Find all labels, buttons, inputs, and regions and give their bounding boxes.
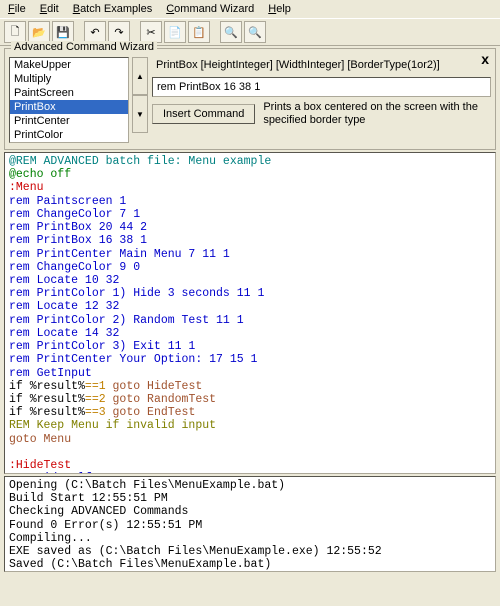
list-item[interactable]: PrintColor bbox=[10, 128, 128, 142]
scroll-up-icon[interactable]: ▲ bbox=[132, 57, 148, 95]
command-input[interactable] bbox=[152, 77, 491, 97]
new-icon[interactable]: 🗋 bbox=[4, 21, 26, 43]
code-editor[interactable]: @REM ADVANCED batch file: Menu example@e… bbox=[4, 152, 496, 474]
command-wizard-panel: Advanced Command Wizard x MakeUpperMulti… bbox=[4, 48, 496, 150]
list-item[interactable]: MakeUpper bbox=[10, 58, 128, 72]
copy-icon[interactable]: 📄 bbox=[164, 21, 186, 43]
cut-icon[interactable]: ✂ bbox=[140, 21, 162, 43]
scroll-down-icon[interactable]: ▼ bbox=[132, 95, 148, 133]
menubar: File Edit Batch Examples Command Wizard … bbox=[0, 0, 500, 18]
menu-file[interactable]: File bbox=[8, 3, 26, 15]
menu-wizard[interactable]: Command Wizard bbox=[166, 3, 254, 15]
command-description: Prints a box centered on the screen with… bbox=[263, 101, 491, 127]
insert-command-button[interactable]: Insert Command bbox=[152, 104, 255, 124]
menu-edit[interactable]: Edit bbox=[40, 3, 59, 15]
list-item[interactable]: PaintScreen bbox=[10, 86, 128, 100]
list-item[interactable]: PrintBox bbox=[10, 100, 128, 114]
undo-icon[interactable]: ↶ bbox=[84, 21, 106, 43]
findnext-icon[interactable]: 🔍 bbox=[244, 21, 266, 43]
close-icon[interactable]: x bbox=[481, 51, 489, 67]
paste-icon[interactable]: 📋 bbox=[188, 21, 210, 43]
open-icon[interactable]: 📂 bbox=[28, 21, 50, 43]
command-syntax: PrintBox [HeightInteger] [WidthInteger] … bbox=[152, 57, 491, 73]
list-scroll[interactable]: ▲ ▼ bbox=[132, 57, 148, 133]
command-listbox[interactable]: MakeUpperMultiplyPaintScreenPrintBoxPrin… bbox=[9, 57, 129, 143]
menu-help[interactable]: Help bbox=[268, 3, 291, 15]
list-item[interactable]: PrintCenter bbox=[10, 114, 128, 128]
list-item[interactable]: Multiply bbox=[10, 72, 128, 86]
find-icon[interactable]: 🔍 bbox=[220, 21, 242, 43]
menu-batch[interactable]: Batch Examples bbox=[73, 3, 153, 15]
redo-icon[interactable]: ↷ bbox=[108, 21, 130, 43]
save-icon[interactable]: 💾 bbox=[52, 21, 74, 43]
wizard-title: Advanced Command Wizard bbox=[11, 41, 157, 53]
output-pane: Opening (C:\Batch Files\MenuExample.bat)… bbox=[4, 476, 496, 572]
